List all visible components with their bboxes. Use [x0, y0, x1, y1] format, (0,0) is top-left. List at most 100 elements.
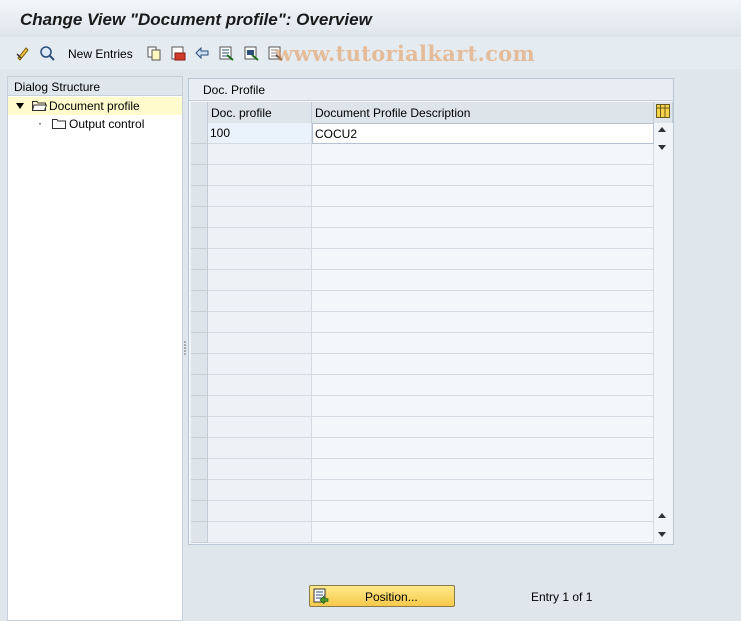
- description-cell[interactable]: [312, 165, 654, 186]
- description-cell[interactable]: COCU2: [312, 123, 654, 144]
- application-toolbar: New Entries www.tutorialkart.com: [0, 37, 741, 69]
- doc-profile-cell[interactable]: [208, 480, 312, 501]
- doc-profile-cell[interactable]: [208, 459, 312, 480]
- description-cell[interactable]: [312, 291, 654, 312]
- doc-profile-cell[interactable]: [208, 522, 312, 543]
- column-header-description[interactable]: Document Profile Description: [312, 102, 654, 123]
- open-folder-icon: [32, 101, 47, 111]
- scroll-down-icon[interactable]: [658, 532, 666, 537]
- select-block-icon[interactable]: [243, 45, 259, 61]
- description-cell[interactable]: [312, 270, 654, 291]
- description-cell[interactable]: [312, 459, 654, 480]
- page-title: Change View "Document profile": Overview: [20, 10, 372, 29]
- doc-profile-cell[interactable]: [208, 396, 312, 417]
- description-cell[interactable]: [312, 522, 654, 543]
- doc-profile-cell[interactable]: [208, 249, 312, 270]
- description-cell[interactable]: [312, 186, 654, 207]
- description-cell[interactable]: [312, 249, 654, 270]
- doc-profile-cell[interactable]: [208, 312, 312, 333]
- row-selector[interactable]: [191, 417, 208, 438]
- description-cell[interactable]: [312, 375, 654, 396]
- display-change-icon[interactable]: [15, 45, 31, 61]
- description-cell[interactable]: [312, 333, 654, 354]
- row-selector[interactable]: [191, 480, 208, 501]
- folder-icon: [52, 119, 66, 129]
- doc-profile-cell[interactable]: [208, 291, 312, 312]
- row-selector[interactable]: [191, 333, 208, 354]
- row-selector[interactable]: [191, 354, 208, 375]
- copy-icon[interactable]: [146, 45, 162, 61]
- table-footer: Position... Entry 1 of 1: [188, 548, 741, 621]
- row-selector[interactable]: [191, 123, 208, 144]
- doc-profile-cell[interactable]: [208, 165, 312, 186]
- row-selector[interactable]: [191, 186, 208, 207]
- doc-profile-cell[interactable]: 100: [208, 123, 312, 144]
- new-entries-button[interactable]: New Entries: [68, 47, 133, 61]
- doc-profile-cell[interactable]: [208, 438, 312, 459]
- dialog-structure-pane: Dialog Structure Document profile · Outp…: [7, 76, 183, 621]
- details-icon[interactable]: [39, 45, 55, 61]
- delete-icon[interactable]: [170, 45, 186, 61]
- position-icon: [313, 588, 329, 604]
- dialog-structure-header: Dialog Structure: [8, 77, 182, 96]
- row-selector[interactable]: [191, 396, 208, 417]
- description-cell[interactable]: [312, 501, 654, 522]
- select-all-icon[interactable]: [218, 45, 234, 61]
- description-cell[interactable]: [312, 354, 654, 375]
- row-selector[interactable]: [191, 375, 208, 396]
- table-vertical-scrollbar[interactable]: [654, 123, 671, 543]
- table-settings-icon: [656, 104, 670, 118]
- doc-profile-cell[interactable]: [208, 186, 312, 207]
- tree-item-output-control[interactable]: · Output control: [8, 115, 182, 133]
- description-cell[interactable]: [312, 480, 654, 501]
- row-selector[interactable]: [191, 501, 208, 522]
- position-button-label: Position...: [365, 590, 418, 604]
- row-selector[interactable]: [191, 312, 208, 333]
- row-selector[interactable]: [191, 270, 208, 291]
- row-selector[interactable]: [191, 249, 208, 270]
- doc-profile-cell[interactable]: [208, 354, 312, 375]
- position-button[interactable]: Position...: [309, 585, 455, 607]
- doc-profile-cell[interactable]: [208, 207, 312, 228]
- watermark: www.tutorialkart.com: [275, 41, 535, 66]
- table-title: Doc. Profile: [189, 79, 673, 101]
- entry-count-text: Entry 1 of 1: [531, 590, 593, 604]
- doc-profile-cell[interactable]: [208, 333, 312, 354]
- tree-item-label: Document profile: [49, 99, 140, 113]
- doc-profile-cell[interactable]: [208, 270, 312, 291]
- description-cell[interactable]: [312, 312, 654, 333]
- scroll-page-up-icon[interactable]: [658, 513, 666, 518]
- doc-profile-cell[interactable]: [208, 228, 312, 249]
- undo-icon[interactable]: [194, 45, 210, 61]
- row-selector[interactable]: [191, 144, 208, 165]
- row-selector[interactable]: [191, 459, 208, 480]
- description-cell[interactable]: [312, 417, 654, 438]
- description-cell[interactable]: [312, 207, 654, 228]
- doc-profile-cell[interactable]: [208, 501, 312, 522]
- description-cell[interactable]: [312, 228, 654, 249]
- row-selector[interactable]: [191, 165, 208, 186]
- tree-item-document-profile[interactable]: Document profile: [8, 97, 182, 115]
- select-all-rows-cell[interactable]: [191, 102, 208, 123]
- doc-profile-cell[interactable]: [208, 417, 312, 438]
- description-cell[interactable]: [312, 396, 654, 417]
- column-header-doc-profile[interactable]: Doc. profile: [208, 102, 312, 123]
- row-selector[interactable]: [191, 228, 208, 249]
- doc-profile-cell[interactable]: [208, 144, 312, 165]
- expand-triangle-icon[interactable]: [16, 103, 24, 109]
- doc-profile-table: Doc. Profile Doc. profile Document Profi…: [188, 78, 674, 545]
- table-settings-button[interactable]: [654, 102, 673, 123]
- title-bar: Change View "Document profile": Overview: [0, 0, 741, 37]
- tree-item-label: Output control: [69, 117, 145, 131]
- scroll-up-icon[interactable]: [658, 127, 666, 132]
- tree-bullet: ·: [38, 116, 42, 130]
- row-selector[interactable]: [191, 291, 208, 312]
- scroll-page-down-icon[interactable]: [658, 145, 666, 150]
- description-cell[interactable]: [312, 438, 654, 459]
- description-cell[interactable]: [312, 144, 654, 165]
- row-selector[interactable]: [191, 438, 208, 459]
- doc-profile-cell[interactable]: [208, 375, 312, 396]
- row-selector[interactable]: [191, 207, 208, 228]
- row-selector[interactable]: [191, 522, 208, 543]
- pane-splitter-handle[interactable]: [183, 340, 187, 358]
